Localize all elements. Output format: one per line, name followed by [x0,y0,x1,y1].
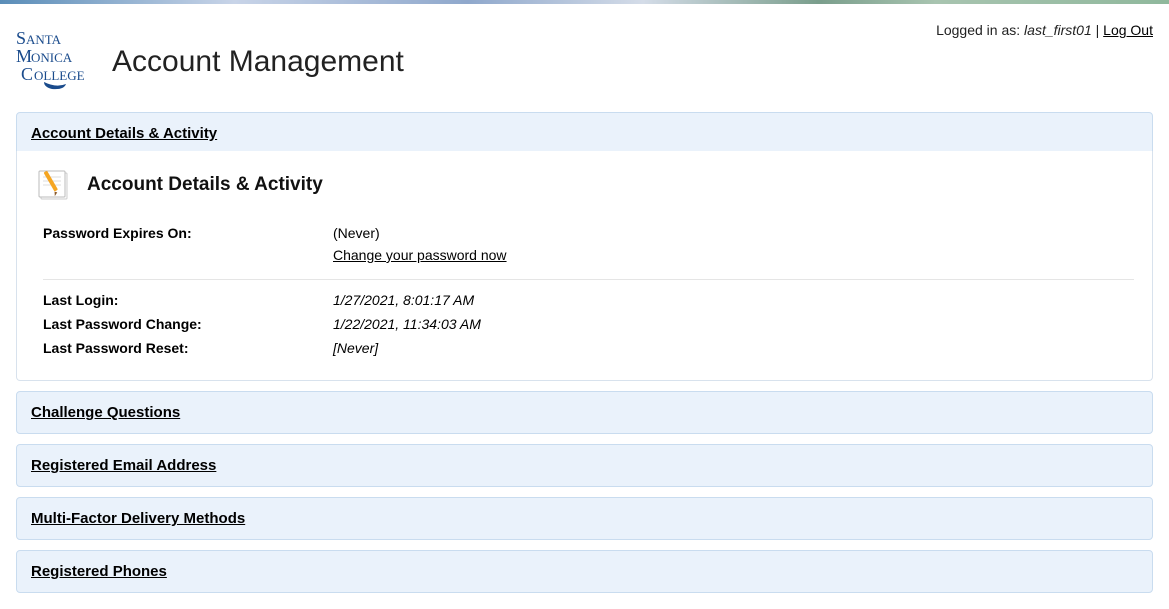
page-title: Account Management [112,45,404,79]
svg-text:S: S [16,28,26,48]
header: S ANTA M ONICA C OLLEGE Account Manageme… [0,4,1169,102]
row-last-pw-change: Last Password Change: 1/22/2021, 11:34:0… [43,312,1134,336]
detail-separator [43,279,1134,280]
change-password-link[interactable]: Change your password now [333,247,507,263]
svg-text:OLLEGE: OLLEGE [34,68,85,83]
panel-header-registered-phones[interactable]: Registered Phones [16,550,1153,593]
svg-text:ANTA: ANTA [26,32,62,47]
row-last-login: Last Login: 1/27/2021, 8:01:17 AM [43,288,1134,312]
label-last-pw-reset: Last Password Reset: [43,340,333,356]
details-body-title: Account Details & Activity [87,174,323,196]
row-password-expires: Password Expires On: (Never) [43,221,1134,245]
detail-grid: Password Expires On: (Never) Change your… [43,221,1134,360]
panel-header-account-details[interactable]: Account Details & Activity [16,112,1153,155]
account-details-body: Account Details & Activity Password Expi… [16,151,1153,381]
label-password-expires: Password Expires On: [43,225,333,241]
value-last-login: 1/27/2021, 8:01:17 AM [333,292,474,308]
content-area: Account Details & Activity Account Detai… [0,112,1169,609]
svg-text:M: M [16,46,32,66]
smc-logo: S ANTA M ONICA C OLLEGE [16,24,100,92]
value-password-expires: (Never) [333,225,380,241]
panel-header-mfa-methods[interactable]: Multi-Factor Delivery Methods [16,497,1153,540]
login-separator: | [1092,22,1103,38]
svg-text:ONICA: ONICA [31,50,73,65]
panel-link-mfa-methods[interactable]: Multi-Factor Delivery Methods [31,510,245,527]
row-last-pw-reset: Last Password Reset: [Never] [43,336,1134,360]
notepad-edit-icon [35,167,75,203]
details-title-row: Account Details & Activity [35,167,1134,203]
panel-header-registered-email[interactable]: Registered Email Address [16,444,1153,487]
panel-link-registered-phones[interactable]: Registered Phones [31,563,167,580]
value-last-pw-reset: [Never] [333,340,378,356]
row-change-password: Change your password now [43,245,1134,273]
current-username: last_first01 [1024,22,1092,38]
svg-text:C: C [21,64,33,84]
logged-in-prefix: Logged in as: [936,22,1024,38]
label-last-login: Last Login: [43,292,333,308]
panel-link-challenge-questions[interactable]: Challenge Questions [31,404,180,421]
login-info: Logged in as: last_first01 | Log Out [936,22,1153,38]
value-last-pw-change: 1/22/2021, 11:34:03 AM [333,316,481,332]
panel-link-account-details[interactable]: Account Details & Activity [31,125,217,142]
logout-link[interactable]: Log Out [1103,22,1153,38]
panel-header-challenge-questions[interactable]: Challenge Questions [16,391,1153,434]
label-last-pw-change: Last Password Change: [43,316,333,332]
logo-title-area: S ANTA M ONICA C OLLEGE Account Manageme… [16,24,404,92]
panel-link-registered-email[interactable]: Registered Email Address [31,457,216,474]
